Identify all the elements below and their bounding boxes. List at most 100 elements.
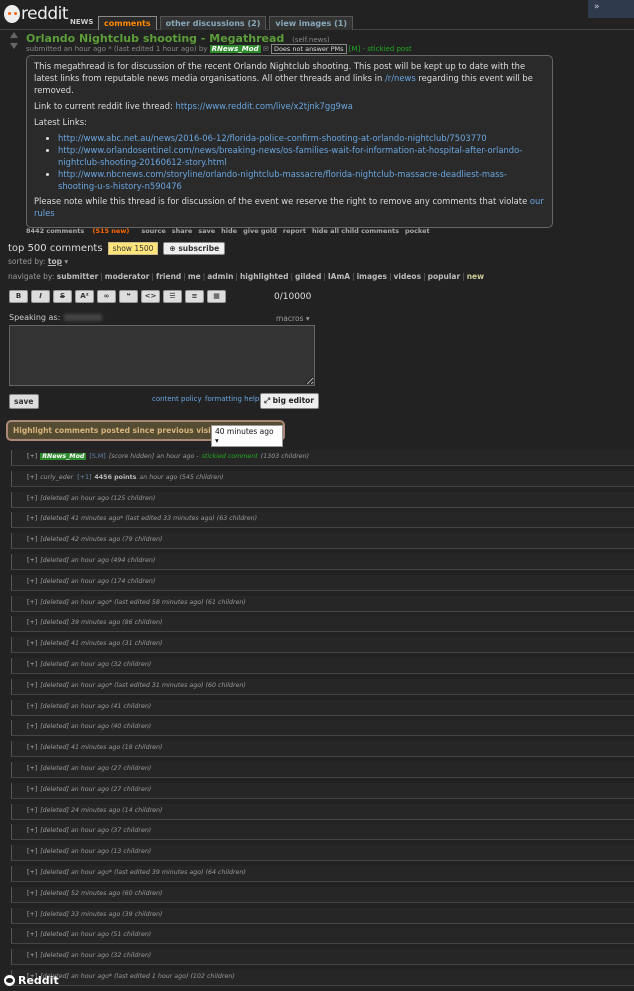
news-article-link[interactable]: http://www.orlandosentinel.com/news/brea… (58, 145, 522, 167)
comment-row[interactable]: [+] curly_eder [+1] 4456 points an hour ago … (11, 470, 634, 487)
comment-row[interactable]: [+] [deleted] an hour ago (494 children) (11, 553, 634, 570)
post-title[interactable]: Orlando Nightclub shooting - Megathread (26, 32, 284, 45)
expand-comment-button[interactable]: [+] (27, 952, 37, 959)
expand-comment-button[interactable]: [+] (27, 682, 37, 689)
numbered-list-button[interactable]: ≡ (185, 290, 204, 303)
content-policy-link[interactable]: content policy (152, 395, 202, 403)
comment-row[interactable]: [+] [deleted] an hour ago* (last edited 3… (11, 865, 634, 882)
live-thread-link[interactable]: https://www.reddit.com/live/x2tjnk7gg9wa (175, 101, 352, 111)
expand-comment-button[interactable]: [+] (27, 536, 37, 543)
hide-children-button[interactable]: hide all child comments (312, 227, 399, 235)
expand-comment-button[interactable]: [+] (27, 744, 37, 751)
nav-admin[interactable]: admin (207, 272, 233, 281)
expand-comment-button[interactable]: [+] (27, 869, 37, 876)
comment-row[interactable]: [+] [deleted] an hour ago* (last edited 1… (11, 969, 634, 986)
comment-row[interactable]: [+] [deleted] 42 minutes ago (79 children… (11, 533, 634, 550)
comment-row[interactable]: [+] [deleted] an hour ago (32 children) (11, 657, 634, 674)
expand-comment-button[interactable]: [+] (27, 703, 37, 710)
comment-row[interactable]: [+] [deleted] 41 minutes ago (18 children… (11, 741, 634, 758)
comment-row[interactable]: [+] [deleted] 52 minutes ago (60 children… (11, 886, 634, 903)
tab-comments[interactable]: comments (98, 16, 157, 30)
nav-new[interactable]: new (467, 272, 484, 281)
chevron-down-icon[interactable]: ▾ (64, 257, 68, 266)
comment-row[interactable]: [+] [deleted] an hour ago (27 children) (11, 782, 634, 799)
news-article-link[interactable]: http://www.nbcnews.com/storyline/orlando… (58, 169, 507, 191)
sort-dropdown[interactable]: top (48, 257, 62, 266)
nav-images[interactable]: images (357, 272, 387, 281)
save-post-button[interactable]: save (198, 227, 215, 235)
expand-comment-button[interactable]: [+] (27, 723, 37, 730)
comment-row[interactable]: [+] [deleted] an hour ago (51 children) (11, 928, 634, 945)
comment-row[interactable]: [+] [deleted] an hour ago (13 children) (11, 845, 634, 862)
comment-row[interactable]: [+] [deleted] an hour ago* (last edited 3… (11, 678, 634, 695)
expand-comment-button[interactable]: [+] (27, 557, 37, 564)
report-button[interactable]: report (283, 227, 306, 235)
comment-row[interactable]: [+] [deleted] an hour ago (41 children) (11, 699, 634, 716)
expand-comment-button[interactable]: [+] (27, 765, 37, 772)
expand-comment-button[interactable]: [+] (27, 661, 37, 668)
nav-highlighted[interactable]: highlighted (240, 272, 289, 281)
expand-comment-button[interactable]: [+] (27, 807, 37, 814)
nav-me[interactable]: me (188, 272, 201, 281)
italic-button[interactable]: I (31, 290, 50, 303)
nav-moderator[interactable]: moderator (105, 272, 150, 281)
expand-comment-button[interactable]: [+] (27, 931, 37, 938)
post-author[interactable]: RNews_Mod (209, 45, 261, 53)
expand-comment-button[interactable]: [+] (27, 619, 37, 626)
nav-friend[interactable]: friend (156, 272, 181, 281)
share-button[interactable]: share (172, 227, 193, 235)
expand-comment-button[interactable]: [+] (27, 827, 37, 834)
pocket-button[interactable]: pocket (405, 227, 430, 235)
expand-comment-button[interactable]: [+] (27, 515, 37, 522)
comment-row[interactable]: [+] [deleted] an hour ago (32 children) (11, 949, 634, 966)
table-button[interactable]: ▦ (207, 290, 226, 303)
code-button[interactable]: <> (141, 290, 160, 303)
comment-row[interactable]: [+] [deleted] an hour ago* (last edited 5… (11, 595, 634, 612)
comment-row[interactable]: [+] [deleted] an hour ago (37 children) (11, 824, 634, 841)
comment-row[interactable]: [+] [deleted] an hour ago (27 children) (11, 761, 634, 778)
macros-dropdown[interactable]: macros ▾ (276, 314, 310, 323)
tab-view-images[interactable]: view images (1) (269, 16, 353, 30)
comment-row[interactable]: [+] RNews_Mod [S,M] [score hidden] an hour … (11, 450, 634, 466)
comments-count-link[interactable]: 8442 comments (515 new) (26, 227, 135, 235)
news-link[interactable]: /r/news (385, 73, 416, 83)
reddit-logo[interactable]: reddit (4, 4, 69, 24)
comment-row[interactable]: [+] [deleted] 39 minutes ago (86 children… (11, 616, 634, 633)
subreddit-name[interactable]: NEWS (70, 18, 93, 26)
link-button[interactable]: ∞ (97, 290, 116, 303)
nav-gilded[interactable]: gilded (295, 272, 321, 281)
nav-submitter[interactable]: submitter (57, 272, 99, 281)
tab-other-discussions[interactable]: other discussions (2) (159, 16, 267, 30)
expand-comment-button[interactable]: [+] (27, 848, 37, 855)
post-domain[interactable]: (self.news) (292, 36, 330, 44)
show-more-button[interactable]: show 1500 (107, 242, 159, 255)
nav-iama[interactable]: IAmA (328, 272, 350, 281)
expand-comment-button[interactable]: [+] (27, 578, 37, 585)
expand-comment-button[interactable]: [+] (27, 890, 37, 897)
comments-count[interactable]: 8442 comments (26, 227, 84, 235)
comment-author[interactable]: RNews_Mod (40, 453, 87, 460)
news-article-link[interactable]: http://www.abc.net.au/news/2016-06-12/fl… (58, 133, 487, 143)
comment-author[interactable]: curly_eder (40, 474, 73, 481)
big-editor-button[interactable]: ⤢ big editor (260, 393, 320, 409)
comment-row[interactable]: [+] [deleted] 24 minutes ago (14 children… (11, 803, 634, 820)
upvote-icon[interactable] (10, 32, 18, 38)
comment-row[interactable]: [+] [deleted] 33 minutes ago (39 children… (11, 907, 634, 924)
comment-row[interactable]: [+] [deleted] an hour ago (125 children) (11, 491, 634, 508)
save-comment-button[interactable]: save (9, 394, 39, 409)
expand-comment-button[interactable]: [+] (27, 474, 37, 481)
comment-row[interactable]: [+] [deleted] an hour ago (174 children) (11, 574, 634, 591)
bullet-list-button[interactable]: ☰ (163, 290, 182, 303)
superscript-button[interactable]: A² (75, 290, 94, 303)
subscribe-button[interactable]: ⊕ subscribe (163, 242, 226, 255)
quote-button[interactable]: ❝ (119, 290, 138, 303)
expand-comment-button[interactable]: [+] (27, 640, 37, 647)
formatting-help-link[interactable]: formatting help (205, 395, 259, 403)
expand-comment-button[interactable]: [+] (27, 786, 37, 793)
strikethrough-button[interactable]: S (53, 290, 72, 303)
expand-comment-button[interactable]: [+] (27, 911, 37, 918)
comment-row[interactable]: [+] [deleted] an hour ago (40 children) (11, 720, 634, 737)
nav-popular[interactable]: popular (428, 272, 461, 281)
expand-comment-button[interactable]: [+] (27, 599, 37, 606)
give-gold-button[interactable]: give gold (243, 227, 277, 235)
